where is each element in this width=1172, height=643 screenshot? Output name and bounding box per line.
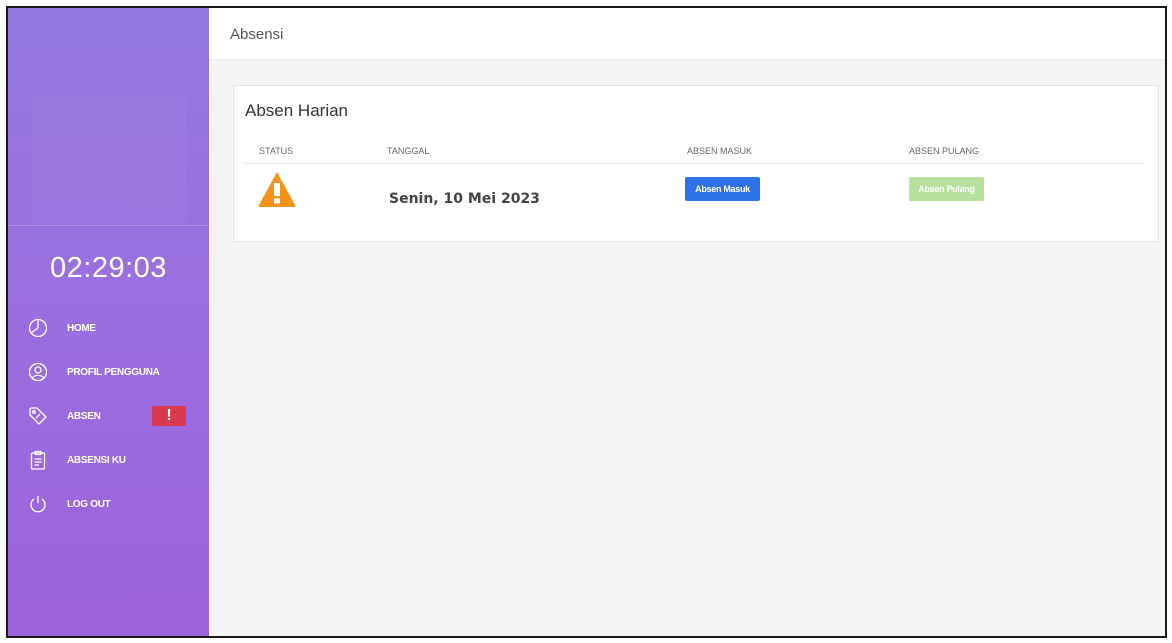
table-row: Senin, 10 Mei 2023 Absen Masuk Absen Pul… bbox=[244, 168, 1144, 218]
sidebar-item-label: HOME bbox=[67, 322, 96, 334]
clipboard-icon bbox=[28, 450, 48, 470]
sidebar-menu: HOME PROFIL PENGGUNA ABSEN ! ABSENSI KU … bbox=[8, 306, 209, 526]
sidebar-item-profil[interactable]: PROFIL PENGGUNA bbox=[8, 350, 209, 394]
alert-badge: ! bbox=[152, 406, 186, 426]
sidebar: 02:29:03 HOME PROFIL PENGGUNA ABSEN ! AB… bbox=[8, 8, 209, 636]
clock: 02:29:03 bbox=[50, 252, 167, 284]
sidebar-item-logout[interactable]: LOG OUT bbox=[8, 482, 209, 526]
top-bar: Absensi bbox=[209, 8, 1165, 60]
sidebar-item-label: ABSENSI KU bbox=[67, 454, 126, 466]
column-header-status: STATUS bbox=[259, 146, 294, 156]
sidebar-item-absen[interactable]: ABSEN ! bbox=[8, 394, 209, 438]
dashboard-icon bbox=[28, 318, 48, 338]
warning-icon bbox=[257, 170, 297, 208]
column-header-absen-masuk: ABSEN MASUK bbox=[687, 146, 753, 156]
date-cell: Senin, 10 Mei 2023 bbox=[389, 191, 540, 207]
absen-pulang-button[interactable]: Absen Pulang bbox=[909, 177, 984, 201]
power-icon bbox=[28, 494, 48, 514]
sidebar-item-label: PROFIL PENGGUNA bbox=[67, 366, 160, 378]
page-title: Absensi bbox=[230, 26, 284, 43]
sidebar-item-absensi-ku[interactable]: ABSENSI KU bbox=[8, 438, 209, 482]
sidebar-header bbox=[8, 8, 209, 226]
card-title: Absen Harian bbox=[245, 101, 349, 120]
sidebar-item-label: ABSEN bbox=[67, 410, 101, 422]
absen-masuk-button[interactable]: Absen Masuk bbox=[685, 177, 760, 201]
column-header-tanggal: TANGGAL bbox=[387, 146, 430, 156]
avatar bbox=[32, 96, 187, 224]
app-frame: 02:29:03 HOME PROFIL PENGGUNA ABSEN ! AB… bbox=[6, 6, 1167, 638]
tag-icon bbox=[28, 406, 48, 426]
sidebar-item-home[interactable]: HOME bbox=[8, 306, 209, 350]
column-header-absen-pulang: ABSEN PULANG bbox=[909, 146, 980, 156]
absen-harian-card: Absen Harian STATUS TANGGAL ABSEN MASUK … bbox=[233, 85, 1159, 242]
sidebar-item-label: LOG OUT bbox=[67, 498, 111, 510]
user-icon bbox=[28, 362, 48, 382]
table-header: STATUS TANGGAL ABSEN MASUK ABSEN PULANG bbox=[244, 146, 1144, 164]
